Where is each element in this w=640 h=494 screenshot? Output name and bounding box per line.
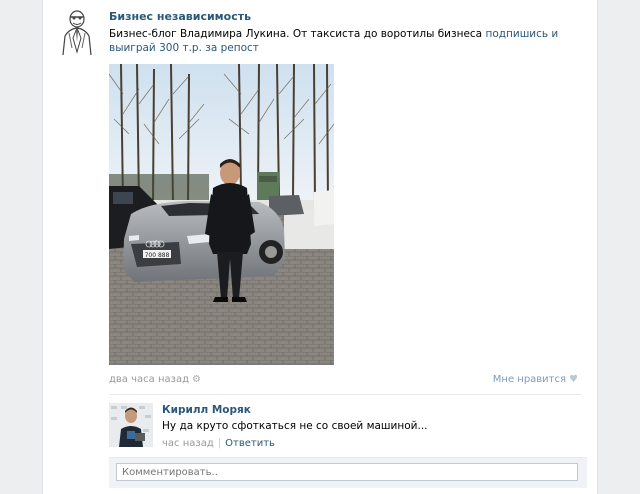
author-avatar[interactable] [55, 8, 99, 56]
comment-input[interactable] [116, 463, 578, 481]
license-plate: 700 888 [145, 252, 170, 259]
commenter-photo [109, 403, 153, 447]
commenter-avatar[interactable] [109, 403, 153, 447]
commenter-name-link[interactable]: Кирилл Моряк [162, 404, 251, 416]
post-timestamp[interactable]: два часа назад ⚙ [109, 374, 201, 385]
post-text-plain: Бизнес-блог Владимира Лукина. От таксист… [109, 28, 486, 40]
comments-divider [109, 394, 581, 395]
comment-text: Ну да круто сфоткаться не со своей машин… [162, 420, 428, 432]
photo-man-with-car: 700 888 [109, 64, 334, 365]
comment-compose-area [109, 457, 587, 488]
post-photo[interactable]: 700 888 [109, 64, 334, 365]
like-button[interactable]: Мне нравится ♥ [493, 374, 578, 385]
man-in-suit-sketch-icon [55, 8, 99, 56]
comment-meta-separator: | [217, 438, 222, 449]
post-text: Бизнес-блог Владимира Лукина. От таксист… [109, 27, 579, 55]
comment-timestamp[interactable]: час назад [162, 438, 214, 449]
comment-meta: час назад | Ответить [162, 438, 275, 449]
post-author-link[interactable]: Бизнес независимость [109, 10, 251, 23]
gear-icon[interactable]: ⚙ [192, 374, 201, 385]
comment-item: Кирилл Моряк Ну да круто сфоткаться не с… [109, 398, 581, 452]
post-time-label: два часа назад [109, 374, 189, 385]
heart-icon: ♥ [569, 374, 578, 385]
like-label: Мне нравится [492, 374, 567, 385]
reply-link[interactable]: Ответить [225, 438, 275, 449]
